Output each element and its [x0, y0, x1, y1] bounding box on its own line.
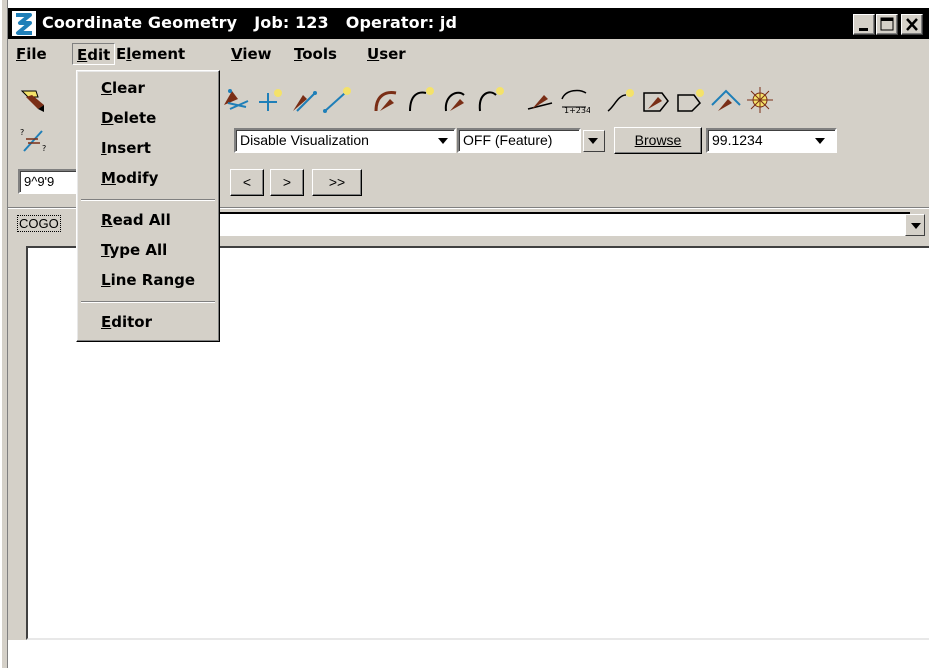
- visualization-select[interactable]: Disable Visualization: [234, 128, 456, 153]
- visualization-value: Disable Visualization: [240, 132, 369, 148]
- parcel-icon[interactable]: [674, 85, 706, 115]
- menu-file[interactable]: File: [12, 43, 51, 65]
- nav-prev-button[interactable]: <: [230, 169, 264, 196]
- curve-star-icon[interactable]: [604, 85, 636, 115]
- browse-label: Browse: [634, 132, 682, 148]
- menu-view[interactable]: View: [227, 43, 276, 65]
- edit-menu-dropdown: Clear Delete Insert Modify Read All Type…: [76, 70, 220, 342]
- menu-item-modify[interactable]: Modify: [101, 169, 158, 187]
- hammer-parcel-icon[interactable]: [640, 85, 672, 115]
- menu-item-line-range[interactable]: Line Range: [101, 271, 195, 289]
- menu-bar: File Edit Element View Tools User: [8, 39, 929, 69]
- window-title: Coordinate Geometry Job: 123 Operator: j…: [42, 13, 457, 32]
- menu-item-editor[interactable]: Editor: [101, 313, 152, 331]
- menu-element[interactable]: Element: [112, 43, 189, 65]
- pen-equal-icon[interactable]: ??: [18, 125, 50, 155]
- pencil-point-icon[interactable]: [18, 85, 50, 115]
- spiral-icon[interactable]: [474, 85, 506, 115]
- title-bar[interactable]: Coordinate Geometry Job: 123 Operator: j…: [8, 8, 929, 39]
- maximize-button[interactable]: [876, 14, 898, 35]
- hammer-line-icon[interactable]: [287, 85, 319, 115]
- menu-user[interactable]: User: [363, 43, 410, 65]
- maximize-icon: [880, 17, 894, 31]
- menu-separator: [81, 199, 215, 201]
- feature-dropdown-button[interactable]: [583, 130, 605, 152]
- menu-edit[interactable]: Edit: [72, 43, 116, 65]
- browse-button[interactable]: Browse: [614, 127, 702, 154]
- svg-text:?: ?: [20, 128, 24, 137]
- chevron-down-icon: [911, 223, 921, 229]
- window-frame-edge: [0, 0, 2, 668]
- close-icon: [906, 18, 918, 31]
- hammer-arc-icon[interactable]: [524, 85, 556, 115]
- precision-select[interactable]: 99.1234: [706, 128, 837, 153]
- command-history-dropdown[interactable]: [905, 214, 925, 236]
- menu-item-clear[interactable]: Clear: [101, 79, 145, 97]
- menu-separator: [81, 301, 215, 303]
- minimize-icon: [859, 28, 868, 31]
- minimize-button[interactable]: [853, 14, 875, 35]
- sparkle-icon[interactable]: [744, 85, 776, 115]
- point-plus-icon[interactable]: [254, 85, 286, 115]
- arc-icon[interactable]: [404, 85, 436, 115]
- command-label: COGO: [17, 215, 61, 232]
- station-label: 1+234: [564, 106, 590, 115]
- status-area: [8, 640, 929, 668]
- store-point-icon[interactable]: [220, 85, 252, 115]
- alignment-icon[interactable]: 1+234: [558, 85, 591, 115]
- hammer-curve-icon[interactable]: [370, 85, 402, 115]
- chevron-down-icon: [588, 138, 598, 144]
- precision-value: 99.1234: [712, 132, 763, 148]
- hammer-triangle-icon[interactable]: [710, 85, 742, 115]
- close-button[interactable]: [901, 14, 923, 35]
- hammer-spiral-icon[interactable]: [440, 85, 472, 115]
- line-icon[interactable]: [321, 85, 353, 115]
- feature-select[interactable]: OFF (Feature): [457, 128, 581, 153]
- menu-item-insert[interactable]: Insert: [101, 139, 151, 157]
- nav-next-button[interactable]: >: [270, 169, 304, 196]
- menu-item-delete[interactable]: Delete: [101, 109, 156, 127]
- menu-item-read-all[interactable]: Read All: [101, 211, 171, 229]
- svg-text:?: ?: [42, 144, 46, 153]
- feature-value: OFF (Feature): [463, 132, 553, 148]
- menu-tools[interactable]: Tools: [290, 43, 341, 65]
- menu-item-type-all[interactable]: Type All: [101, 241, 167, 259]
- chevron-down-icon: [438, 138, 448, 144]
- chevron-down-icon: [815, 138, 825, 144]
- angle-field[interactable]: 9^9'9: [18, 169, 78, 194]
- command-input[interactable]: [220, 212, 910, 236]
- nav-last-button[interactable]: >>: [312, 169, 362, 196]
- app-icon: [12, 11, 36, 36]
